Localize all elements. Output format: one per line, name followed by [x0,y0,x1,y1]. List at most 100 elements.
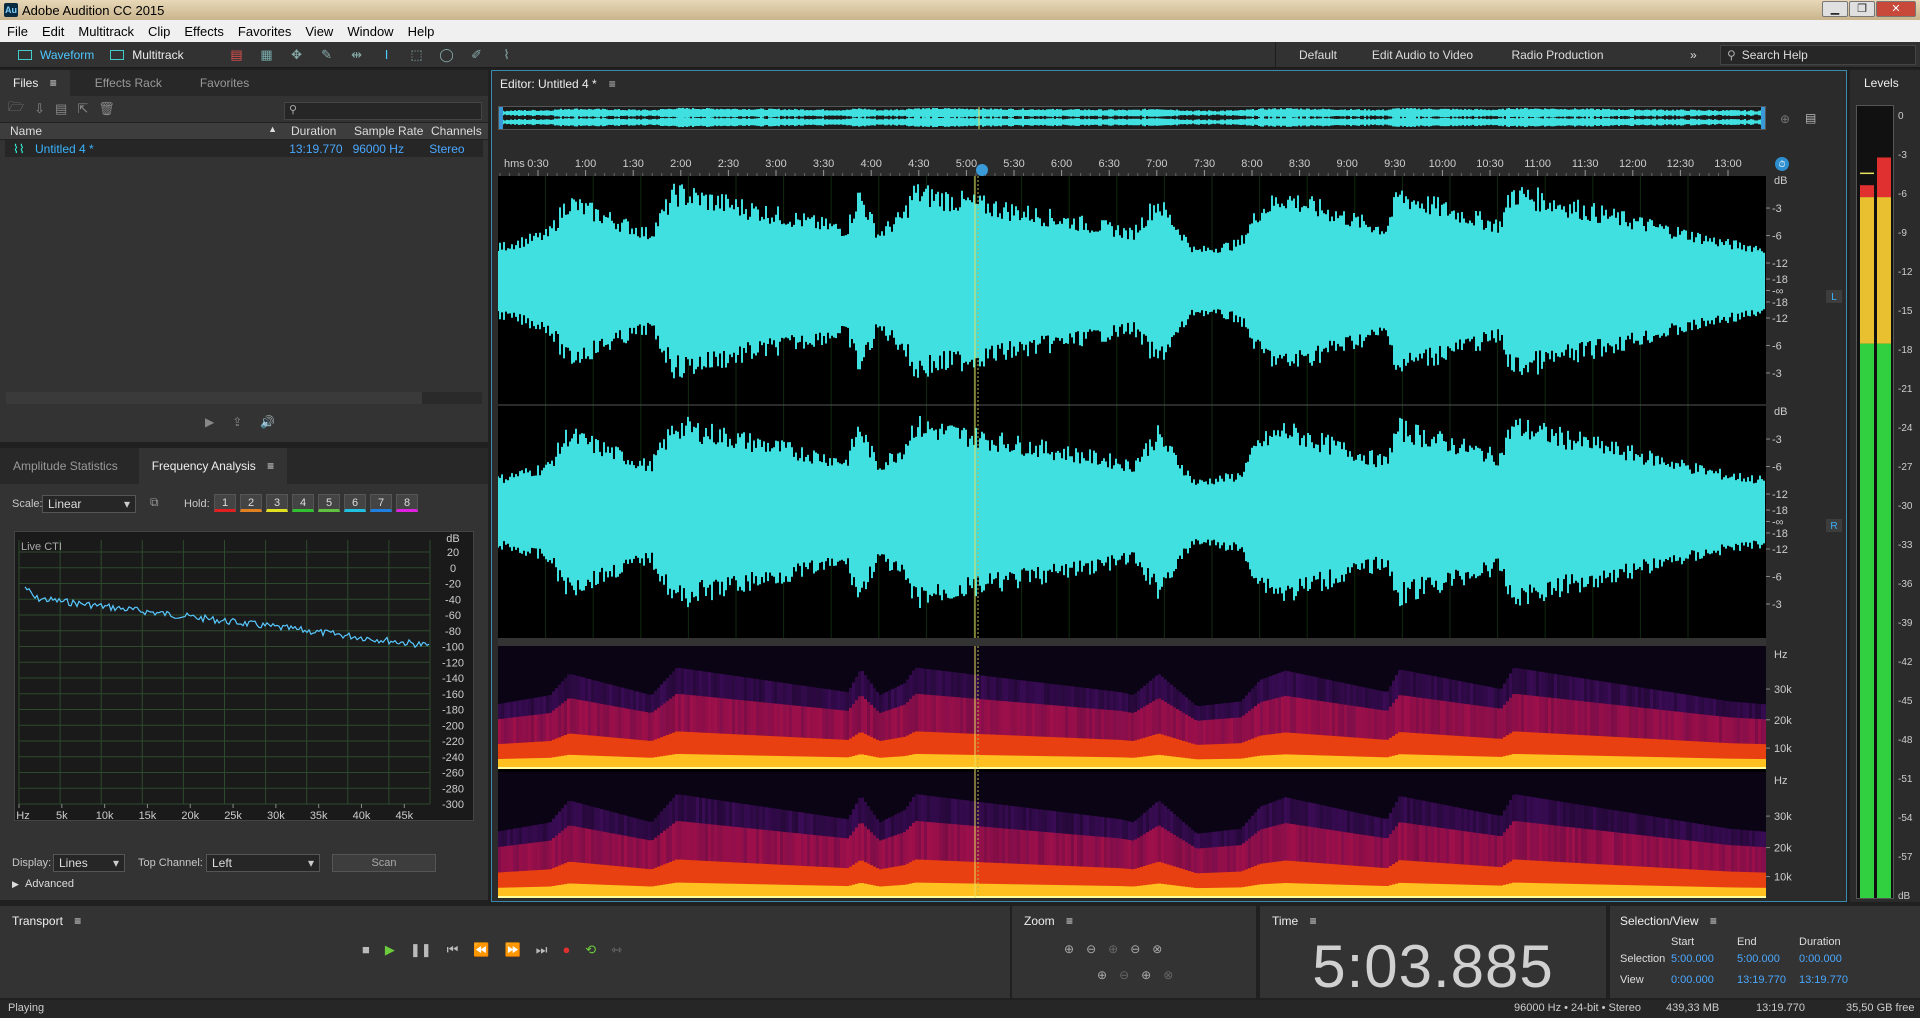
zoom-in-left-icon[interactable]: ⊖ [1119,968,1129,982]
level-meter [1856,105,1894,899]
play-icon[interactable]: ▶ [385,942,395,958]
menu-favorites[interactable]: Favorites [231,24,298,39]
advanced-toggle[interactable]: ▶ Advanced [12,878,74,890]
workspace-radio-production[interactable]: Radio Production [1485,42,1630,68]
files-search-input[interactable]: ⚲ [284,102,482,120]
spot-healing-tool-icon[interactable]: ⌇ [498,47,516,63]
editor-menu-icon[interactable]: ≡ [609,77,616,91]
view-start[interactable]: 0:00.000 [1671,974,1737,986]
preview-volume-icon[interactable]: 🔊 [260,415,275,429]
display-select[interactable]: Lines [53,854,125,872]
files-scrollbar[interactable] [6,392,482,404]
move-to-next-icon[interactable]: ⏭ [536,942,548,958]
overview-bar[interactable] [498,106,1766,130]
spectral-frequency-icon[interactable]: ▤ [228,47,246,63]
loop-playback-icon[interactable]: ⟲ [585,942,596,958]
menu-file[interactable]: File [0,24,35,39]
spectral-pitch-icon[interactable]: ▦ [258,47,276,63]
time-selection-tool-icon[interactable]: I [378,47,396,63]
tab-amplitude-statistics[interactable]: Amplitude Statistics [0,448,131,484]
tab-files[interactable]: Files ≡ [0,70,70,96]
workspace-default[interactable]: Default [1275,42,1360,68]
menu-window[interactable]: Window [340,24,400,39]
new-file-icon[interactable]: ▤ [55,101,67,117]
lasso-tool-icon[interactable]: ◯ [438,47,456,63]
delete-icon[interactable]: 🗑 [98,101,115,117]
minimize-button[interactable]: ▁ [1822,1,1848,17]
top-channel-select[interactable]: Left [206,854,320,872]
menu-help[interactable]: Help [401,24,442,39]
hold-button-6[interactable]: 6 [344,494,366,512]
column-duration[interactable]: Duration [285,124,348,138]
tab-effects-rack[interactable]: Effects Rack [82,70,175,96]
panel-options-icon[interactable]: ▤ [1805,111,1816,125]
scale-select[interactable]: Linear [42,495,136,513]
table-row[interactable]: ⌇⌇ Untitled 4 * 13:19.770 96000 Hz Stereo [5,140,483,157]
hold-button-7[interactable]: 7 [370,494,392,512]
column-channels[interactable]: Channels [425,124,485,138]
zoom-to-selection-icon[interactable]: ⊕ [1780,112,1790,126]
copy-graph-icon[interactable]: ⧉ [150,495,159,510]
timecode-icon[interactable]: ⏱ [1775,157,1789,171]
search-help[interactable]: ⚲ Search Help [1720,45,1916,65]
zoom-in-right-icon[interactable]: ⊕ [1141,968,1151,982]
pause-icon[interactable]: ❚❚ [410,942,432,958]
waveform-mode-button[interactable]: Waveform [10,45,102,65]
time-ruler[interactable]: hms 0:30 1:00 1:30 2:00 2:30 3:00 3:30 4:00 4:30 5… [498,154,1758,176]
multitrack-mode-button[interactable]: Multitrack [102,45,191,65]
selection-duration[interactable]: 0:00.000 [1799,953,1842,965]
zoom-out-time-icon[interactable]: ⊖ [1130,942,1140,956]
workspace-more[interactable]: » [1690,42,1710,68]
razor-tool-icon[interactable]: ✎ [318,47,336,63]
slip-tool-icon[interactable]: ⇹ [348,47,366,63]
brush-tool-icon[interactable]: ✐ [468,47,486,63]
hold-button-2[interactable]: 2 [240,494,262,512]
channel-right-label[interactable]: R [1830,521,1837,532]
workspace-edit-audio-to-video[interactable]: Edit Audio to Video [1360,42,1485,68]
hold-button-8[interactable]: 8 [396,494,418,512]
tab-favorites[interactable]: Favorites [187,70,262,96]
playhead-handle[interactable] [976,164,988,176]
zoom-out-full-icon[interactable]: ⊗ [1152,942,1162,956]
menu-clip[interactable]: Clip [141,24,177,39]
autoplay-icon[interactable]: ⇪ [232,415,242,429]
menu-multitrack[interactable]: Multitrack [71,24,141,39]
zoom-to-selection-icon[interactable]: ⊕ [1097,968,1107,982]
hold-button-3[interactable]: 3 [266,494,288,512]
spectral-display[interactable] [498,646,1767,898]
selection-start[interactable]: 5:00.000 [1671,953,1737,965]
column-name[interactable]: Name ▲ [0,124,285,138]
open-file-icon[interactable]: 🗁 [8,98,24,120]
zoom-full-icon[interactable]: ⊗ [1163,968,1173,982]
zoom-in-amplitude-icon[interactable]: ⊕ [1064,942,1074,956]
zoom-in-time-icon[interactable]: ⊕ [1108,942,1118,956]
hold-button-1[interactable]: 1 [214,494,236,512]
scan-button[interactable]: Scan [332,854,436,872]
fast-forward-icon[interactable]: ⏩ [505,942,521,958]
menu-effects[interactable]: Effects [177,24,231,39]
hold-button-4[interactable]: 4 [292,494,314,512]
rewind-icon[interactable]: ⏪ [473,942,489,958]
maximize-button[interactable]: ❐ [1849,1,1875,17]
marquee-tool-icon[interactable]: ⬚ [408,47,426,63]
insert-icon[interactable]: ⇱ [77,101,88,117]
column-sample-rate[interactable]: Sample Rate [348,124,425,138]
tab-frequency-analysis[interactable]: Frequency Analysis ≡ [138,448,288,484]
view-end[interactable]: 13:19.770 [1737,974,1799,986]
move-to-previous-icon[interactable]: ⏮ [447,942,459,958]
move-tool-icon[interactable]: ✥ [288,47,306,63]
hold-button-5[interactable]: 5 [318,494,340,512]
waveform-display[interactable] [497,176,1766,638]
menu-edit[interactable]: Edit [35,24,71,39]
stop-icon[interactable]: ■ [362,942,370,958]
channel-left-label[interactable]: L [1831,292,1837,303]
close-button[interactable]: ✕ [1876,1,1916,17]
import-file-icon[interactable]: ⇩ [34,101,45,117]
skip-selection-icon[interactable]: ⇿ [611,942,622,958]
view-duration[interactable]: 13:19.770 [1799,974,1848,986]
menu-view[interactable]: View [298,24,340,39]
record-icon[interactable]: ● [562,942,570,958]
preview-play-icon[interactable]: ▶ [205,415,214,429]
zoom-out-amplitude-icon[interactable]: ⊖ [1086,942,1096,956]
selection-end[interactable]: 5:00.000 [1737,953,1799,965]
